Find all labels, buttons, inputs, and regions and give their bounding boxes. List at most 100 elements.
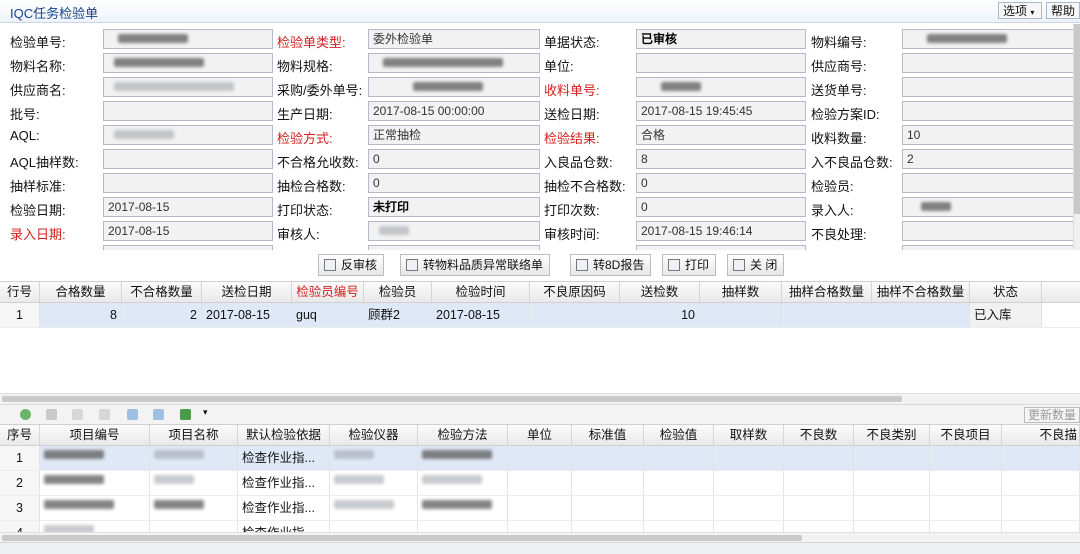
to-quality-notice-button[interactable]: 转物料品质异常联络单 [400,254,551,276]
bad-in-qty-field[interactable]: 2 [902,149,1074,169]
delete-icon[interactable] [46,409,57,420]
cell-standard[interactable] [572,446,644,470]
col-measured[interactable]: 检验值 [644,425,714,445]
auditor-field[interactable] [368,221,540,241]
inspector-field[interactable] [902,173,1074,193]
cell-inspector-code[interactable]: guq [292,303,364,327]
table-row[interactable]: 2 检查作业指... [0,471,1080,496]
cell-measured[interactable] [644,471,714,495]
cell-instrument[interactable] [330,496,418,520]
table-row[interactable]: 3 检查作业指... [0,496,1080,521]
cell-defect-item[interactable] [930,471,1002,495]
col-submit-date[interactable]: 送检日期 [202,282,292,302]
purchase-no-field[interactable] [368,77,540,97]
cell-sample-count[interactable] [714,471,784,495]
table-row[interactable]: 1 8 2 2017-08-15 guq 顾群2 2017-08-15 10 已… [0,303,1080,328]
col-fail-qty[interactable]: 不合格数量 [122,282,202,302]
col-inspector[interactable]: 检验员 [364,282,432,302]
plan-id-field[interactable] [902,101,1074,121]
receipt-no-field[interactable] [636,77,806,97]
inspection-method-field[interactable]: 正常抽检 [368,125,540,145]
batch-no-field[interactable] [103,101,273,121]
dropdown-arrow-icon[interactable]: ▾ [203,407,208,418]
detail-hscroll-thumb[interactable] [2,535,802,541]
col-sample-count[interactable]: 取样数 [714,425,784,445]
col-inspect-time[interactable]: 检验时间 [432,282,530,302]
move-up-icon[interactable] [127,409,138,420]
cell-inspector[interactable]: 顾群2 [364,303,432,327]
entry-date-field[interactable]: 2017-08-15 [103,221,273,241]
defect-handling-field[interactable] [902,221,1074,241]
audit-time-field[interactable]: 2017-08-15 19:46:14 [636,221,806,241]
col-sample-fail[interactable]: 抽样不合格数量 [872,282,970,302]
cell-defect-item[interactable] [930,446,1002,470]
print-button[interactable]: 打印 [662,254,717,276]
delivery-no-field[interactable] [902,77,1074,97]
cell-defect-category[interactable] [854,446,930,470]
col-defect-category[interactable]: 不良类别 [854,425,930,445]
unaudit-button[interactable]: 反审核 [318,254,385,276]
cell-sample-fail[interactable] [872,303,970,327]
material-spec-field[interactable] [368,53,540,73]
cell-standard[interactable] [572,471,644,495]
cell-defect-desc[interactable] [1002,496,1080,520]
col-inspector-code[interactable]: 检验员编号 [292,282,364,302]
col-unit[interactable]: 单位 [508,425,572,445]
col-basis[interactable]: 默认检验依据 [238,425,330,445]
cell-item-name[interactable] [150,471,238,495]
cell-submit-date[interactable]: 2017-08-15 [202,303,292,327]
cell-instrument[interactable] [330,446,418,470]
cell-measured[interactable] [644,496,714,520]
col-row[interactable]: 行号 [0,282,40,302]
cell-standard[interactable] [572,496,644,520]
cell-item-name[interactable] [150,496,238,520]
sample-fail-qty-field[interactable]: 0 [636,173,806,193]
cell-unit[interactable] [508,471,572,495]
production-date-field[interactable]: 2017-08-15 00:00:00 [368,101,540,121]
cell-item-no[interactable] [40,496,150,520]
cell-defect-category[interactable] [854,496,930,520]
good-in-qty-field[interactable]: 8 [636,149,806,169]
print-count-field[interactable]: 0 [636,197,806,217]
col-instrument[interactable]: 检验仪器 [330,425,418,445]
form-scrollbar[interactable] [1073,24,1080,250]
col-defect-code[interactable]: 不良原因码 [530,282,620,302]
cell-basis[interactable]: 检查作业指... [238,471,330,495]
inspection-result-field[interactable]: 合格 [636,125,806,145]
col-standard[interactable]: 标准值 [572,425,644,445]
cell-item-no[interactable] [40,471,150,495]
cell-basis[interactable]: 检查作业指... [238,446,330,470]
cell-method[interactable] [418,471,508,495]
entry-person-field[interactable] [902,197,1074,217]
cell-method[interactable] [418,496,508,520]
cell-submit-qty[interactable]: 10 [620,303,700,327]
form-scrollbar-thumb[interactable] [1074,24,1080,214]
inspection-no-field[interactable] [103,29,273,49]
copy-icon[interactable] [72,409,83,420]
cell-item-no[interactable] [40,446,150,470]
records-hscrollbar[interactable] [0,393,1080,404]
material-no-field[interactable] [902,29,1074,49]
doc-status-field[interactable]: 已审核 [636,29,806,49]
submit-date-field[interactable]: 2017-08-15 19:45:45 [636,101,806,121]
refresh-qty-button[interactable]: 更新数量 [1023,407,1080,423]
col-seq[interactable]: 序号 [0,425,40,445]
cell-inspect-time[interactable]: 2017-08-15 [432,303,530,327]
supplier-name-field[interactable] [103,77,273,97]
records-hscroll-thumb[interactable] [2,396,902,402]
cell-item-name[interactable] [150,446,238,470]
inspection-type-field[interactable]: 委外检验单 [368,29,540,49]
cell-status[interactable]: 已入库 [970,303,1042,327]
supplier-code-field[interactable] [902,53,1074,73]
table-row[interactable]: 1 检查作业指... [0,446,1080,471]
received-qty-field[interactable]: 10 [902,125,1074,145]
col-sample-pass[interactable]: 抽样合格数量 [782,282,872,302]
unit-field[interactable] [636,53,806,73]
col-item-no[interactable]: 项目编号 [40,425,150,445]
col-defect-item[interactable]: 不良项目 [930,425,1002,445]
close-button[interactable]: 关 闭 [727,254,785,276]
col-defect-desc[interactable]: 不良描 [1002,425,1080,445]
inspect-date-field[interactable]: 2017-08-15 [103,197,273,217]
cell-defect-category[interactable] [854,471,930,495]
cell-defect-desc[interactable] [1002,471,1080,495]
